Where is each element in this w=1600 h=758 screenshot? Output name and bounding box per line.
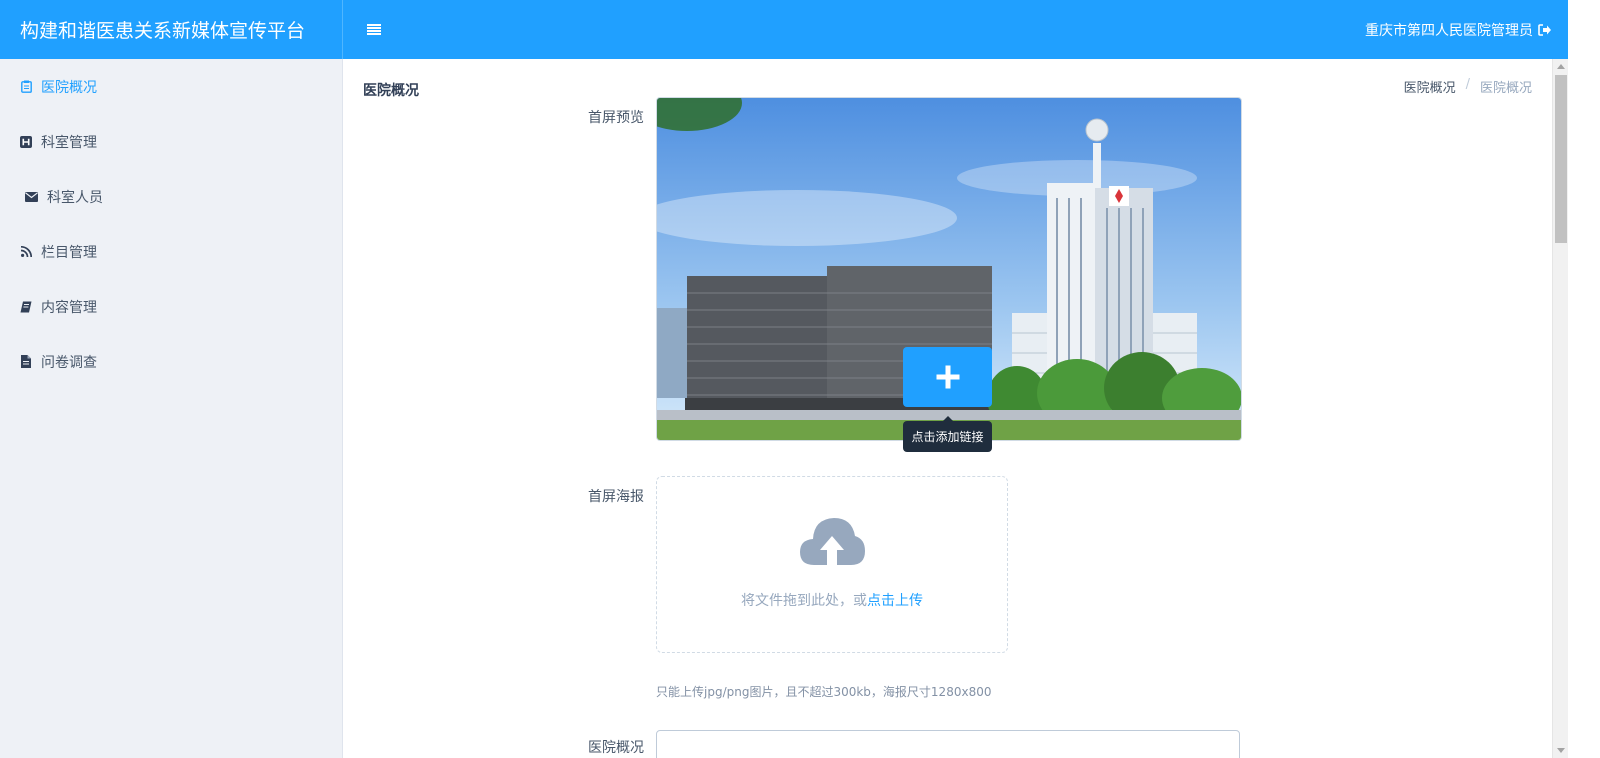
- file-icon: [20, 355, 32, 368]
- intro-input[interactable]: [656, 730, 1240, 758]
- sidebar: 医院概况 科室管理 科室人员 栏目管理 内容管理 问卷调查: [0, 59, 343, 758]
- page-title: 医院概况: [363, 83, 419, 99]
- breadcrumb: 医院概况 / 医院概况: [1404, 77, 1532, 96]
- upload-drag-text: 将文件拖到此处，或: [741, 593, 867, 609]
- sidebar-item-label: 科室管理: [41, 134, 97, 151]
- sidebar-item-department-management[interactable]: 科室管理: [0, 114, 342, 169]
- scroll-up-arrow-icon[interactable]: [1557, 64, 1565, 69]
- rss-icon: [20, 245, 32, 258]
- main-content: 医院概况 医院概况 / 医院概况 首屏预览 点击添加链接 首屏海报 将文件拖到此…: [343, 59, 1552, 758]
- top-header: 构建和谐医患关系新媒体宣传平台 重庆市第四人民医院管理员: [0, 0, 1600, 59]
- sidebar-item-label: 科室人员: [47, 189, 103, 206]
- page-edge: [1568, 0, 1600, 758]
- poster-label: 首屏海报: [588, 489, 644, 505]
- intro-label: 医院概况: [588, 740, 644, 756]
- sidebar-item-label: 问卷调查: [41, 354, 97, 371]
- book-icon: [20, 300, 32, 313]
- clipboard-icon: [20, 80, 32, 93]
- breadcrumb-separator: /: [1465, 77, 1470, 92]
- add-link-tooltip: 点击添加链接: [903, 416, 992, 452]
- sidebar-item-content-management[interactable]: 内容管理: [0, 279, 342, 334]
- preview-label: 首屏预览: [588, 110, 644, 126]
- sidebar-item-label: 内容管理: [41, 299, 97, 316]
- upload-tip: 只能上传jpg/png图片，且不超过300kb，海报尺寸1280x800: [656, 685, 992, 699]
- sidebar-item-label: 医院概况: [41, 79, 97, 96]
- scrollbar-thumb[interactable]: [1555, 75, 1567, 243]
- upload-hint: 将文件拖到此处，或点击上传: [657, 590, 1007, 610]
- scroll-down-arrow-icon[interactable]: [1557, 748, 1565, 753]
- upload-click-link[interactable]: 点击上传: [867, 593, 923, 609]
- user-name: 重庆市第四人民医院管理员: [1365, 22, 1533, 39]
- menu-toggle-icon[interactable]: [363, 18, 385, 40]
- breadcrumb-item-current: 医院概况: [1479, 81, 1532, 96]
- page-scrollbar[interactable]: [1552, 59, 1568, 758]
- user-menu[interactable]: 重庆市第四人民医院管理员: [1365, 0, 1552, 59]
- plus-icon: [936, 365, 959, 389]
- app-title: 构建和谐医患关系新媒体宣传平台: [0, 0, 343, 59]
- add-link-button[interactable]: [903, 347, 992, 407]
- sidebar-item-column-management[interactable]: 栏目管理: [0, 224, 342, 279]
- hospital-h-icon: [20, 135, 32, 148]
- cloud-upload-icon: [800, 518, 865, 565]
- sidebar-item-department-staff[interactable]: 科室人员: [0, 169, 342, 224]
- logout-icon[interactable]: [1538, 23, 1552, 36]
- breadcrumb-item-home[interactable]: 医院概况: [1404, 77, 1456, 96]
- sidebar-item-hospital-overview[interactable]: 医院概况: [0, 59, 342, 114]
- poster-upload-dropzone[interactable]: 将文件拖到此处，或点击上传: [656, 476, 1008, 653]
- envelope-icon: [25, 190, 38, 203]
- sidebar-item-label: 栏目管理: [41, 244, 97, 261]
- sidebar-item-questionnaire[interactable]: 问卷调查: [0, 334, 342, 389]
